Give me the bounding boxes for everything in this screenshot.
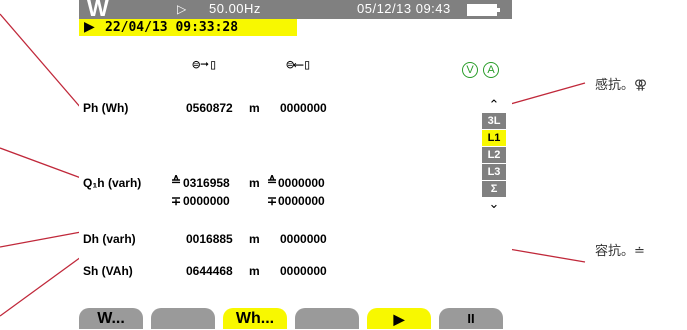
callout-capacitive: 容抗。≐ bbox=[595, 244, 645, 259]
energy-consumed-icon: ⊜➞▯ bbox=[192, 57, 218, 73]
inductive-icon-2: ≙ bbox=[267, 174, 278, 188]
softkey-start[interactable]: ▶ bbox=[367, 308, 431, 329]
sh-consumed: 0644468 bbox=[186, 264, 233, 278]
row-label-sh: Sh (VAh) bbox=[83, 264, 133, 278]
inductive-icon: ≙ bbox=[171, 174, 182, 188]
qh-consumed: 0316958 bbox=[183, 176, 230, 190]
status-bar: W ▷ 50.00Hz 05/12/13 09:43 bbox=[79, 0, 512, 21]
chevron-up-icon[interactable]: ⌃ bbox=[482, 98, 506, 113]
qh-consumed-capacitive: 0000000 bbox=[183, 194, 230, 208]
ph-generated: 0000000 bbox=[280, 101, 327, 115]
battery-icon bbox=[467, 4, 500, 16]
dh-generated: 0000000 bbox=[280, 232, 327, 246]
row-label-ph: Ph (Wh) bbox=[83, 101, 129, 115]
play-circle-icon: ▶ bbox=[84, 19, 95, 35]
qh-generated-capacitive: 0000000 bbox=[278, 194, 325, 208]
qh-unit: m bbox=[249, 176, 260, 190]
softkey-pause[interactable]: II bbox=[439, 308, 503, 329]
capacitive-icon-2: ∓ bbox=[267, 194, 278, 208]
frequency-readout: 50.00Hz bbox=[209, 1, 261, 16]
record-timestamp: 22/04/13 09:33:28 bbox=[105, 20, 239, 35]
tab-sigma[interactable]: Σ bbox=[482, 181, 506, 197]
chevron-down-icon[interactable]: ⌄ bbox=[482, 197, 506, 212]
softkey-2[interactable] bbox=[151, 308, 215, 329]
energy-generated-icon: ⊜⟵▯ bbox=[286, 57, 312, 73]
play-indicator-icon: ▷ bbox=[177, 2, 187, 16]
recording-banner: ▶ 22/04/13 09:33:28 bbox=[79, 19, 297, 36]
softkey-power-mode[interactable]: W... bbox=[79, 308, 143, 329]
row-label-qh: Q₁h (varh) bbox=[83, 176, 142, 190]
row-label-dh: Dh (varh) bbox=[83, 232, 136, 246]
instrument-screen: W ▷ 50.00Hz 05/12/13 09:43 ▶ 22/04/13 09… bbox=[79, 0, 512, 329]
dh-unit: m bbox=[249, 232, 260, 246]
dh-consumed: 0016885 bbox=[186, 232, 233, 246]
callout-inductive: 感抗。⚢ bbox=[595, 78, 648, 93]
datetime-readout: 05/12/13 09:43 bbox=[357, 1, 451, 16]
current-indicator-icon: A bbox=[483, 62, 499, 78]
capacitive-icon: ∓ bbox=[171, 194, 182, 208]
sh-generated: 0000000 bbox=[280, 264, 327, 278]
tab-l2[interactable]: L2 bbox=[482, 147, 506, 163]
tab-l1[interactable]: L1 bbox=[482, 130, 506, 146]
ph-unit: m bbox=[249, 101, 260, 115]
voltage-indicator-icon: V bbox=[462, 62, 478, 78]
sh-unit: m bbox=[249, 264, 260, 278]
tab-3l[interactable]: 3L bbox=[482, 113, 506, 129]
softkey-bar: W... Wh... ▶ II bbox=[79, 304, 512, 329]
softkey-energy-mode[interactable]: Wh... bbox=[223, 308, 287, 329]
energy-mode-icon: W bbox=[87, 0, 109, 21]
tab-l3[interactable]: L3 bbox=[482, 164, 506, 180]
softkey-4[interactable] bbox=[295, 308, 359, 329]
qh-generated: 0000000 bbox=[278, 176, 325, 190]
ph-consumed: 0560872 bbox=[186, 101, 233, 115]
